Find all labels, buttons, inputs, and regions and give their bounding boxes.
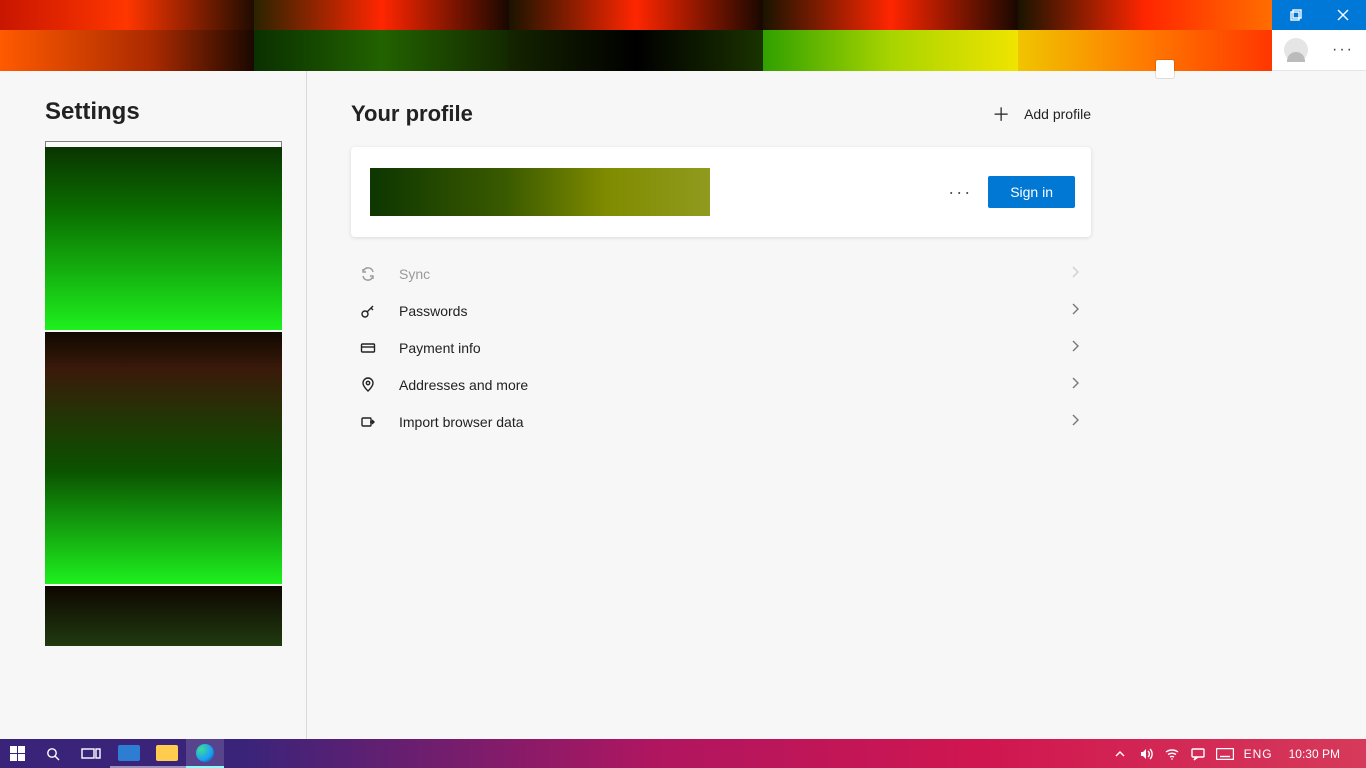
app-menu-button[interactable]: ··· xyxy=(1332,41,1354,59)
row-label: Passwords xyxy=(399,303,1045,319)
titlebar-theme-area xyxy=(0,0,1272,30)
taskbar-app-file-explorer[interactable] xyxy=(148,739,186,768)
row-label: Import browser data xyxy=(399,414,1045,430)
taskbar-left xyxy=(0,739,224,768)
sync-icon xyxy=(359,266,377,282)
chevron-right-icon xyxy=(1067,264,1083,283)
settings-title: Settings xyxy=(45,98,286,126)
wifi-icon[interactable] xyxy=(1164,746,1180,762)
browser-toolbar: ··· xyxy=(0,30,1366,71)
profile-avatar-button[interactable] xyxy=(1284,38,1308,62)
language-indicator[interactable]: ENG xyxy=(1244,747,1273,761)
row-sync: Sync xyxy=(351,255,1091,292)
settings-main: Your profile ＋ Add profile ··· Sign in S… xyxy=(307,71,1366,739)
close-window-button[interactable] xyxy=(1319,0,1366,30)
row-addresses[interactable]: Addresses and more xyxy=(351,366,1091,403)
window-titlebar xyxy=(0,0,1366,30)
action-center-icon[interactable] xyxy=(1190,746,1206,762)
volume-icon[interactable] xyxy=(1138,746,1154,762)
page-title: Your profile xyxy=(351,101,473,127)
chevron-right-icon xyxy=(1067,412,1083,431)
key-icon xyxy=(359,303,377,319)
toolbar-theme-area xyxy=(0,30,1272,71)
settings-body: Settings Your profile ＋ Add profile ··· … xyxy=(0,71,1366,739)
start-button[interactable] xyxy=(0,739,34,768)
taskbar-right: ENG 10:30 PM xyxy=(1112,739,1366,768)
chevron-right-icon xyxy=(1067,338,1083,357)
windows-logo-icon xyxy=(10,746,25,761)
import-icon xyxy=(359,414,377,430)
row-passwords[interactable]: Passwords xyxy=(351,292,1091,329)
taskbar-search-button[interactable] xyxy=(34,739,72,768)
tray-overflow-button[interactable] xyxy=(1112,746,1128,762)
chevron-right-icon xyxy=(1067,301,1083,320)
windows-taskbar: ENG 10:30 PM xyxy=(0,739,1366,768)
sign-in-button[interactable]: Sign in xyxy=(988,176,1075,208)
sidebar-nav-placeholder xyxy=(45,141,286,646)
toolbar-right-controls: ··· xyxy=(1272,30,1366,71)
profile-rows: Sync Passwords Payment info xyxy=(351,255,1091,440)
taskbar-app-mail[interactable] xyxy=(110,739,148,768)
row-label: Addresses and more xyxy=(399,377,1045,393)
row-import-browser-data[interactable]: Import browser data xyxy=(351,403,1091,440)
profile-info-placeholder xyxy=(370,168,710,216)
plus-icon: ＋ xyxy=(992,101,1010,127)
restore-window-button[interactable] xyxy=(1272,0,1319,30)
task-view-button[interactable] xyxy=(72,739,110,768)
profile-card: ··· Sign in xyxy=(351,147,1091,237)
taskbar-clock[interactable]: 10:30 PM xyxy=(1289,747,1340,761)
location-pin-icon xyxy=(359,377,377,393)
main-header: Your profile ＋ Add profile xyxy=(351,101,1091,127)
profile-more-button[interactable]: ··· xyxy=(948,182,972,203)
window-controls xyxy=(1272,0,1366,30)
row-label: Sync xyxy=(399,266,1045,282)
credit-card-icon xyxy=(359,340,377,356)
chevron-right-icon xyxy=(1067,375,1083,394)
add-profile-button[interactable]: ＋ Add profile xyxy=(992,101,1091,127)
settings-sidebar: Settings xyxy=(0,71,307,739)
add-profile-label: Add profile xyxy=(1024,106,1091,122)
taskbar-app-edge[interactable] xyxy=(186,739,224,768)
keyboard-icon[interactable] xyxy=(1216,748,1234,760)
row-payment-info[interactable]: Payment info xyxy=(351,329,1091,366)
row-label: Payment info xyxy=(399,340,1045,356)
